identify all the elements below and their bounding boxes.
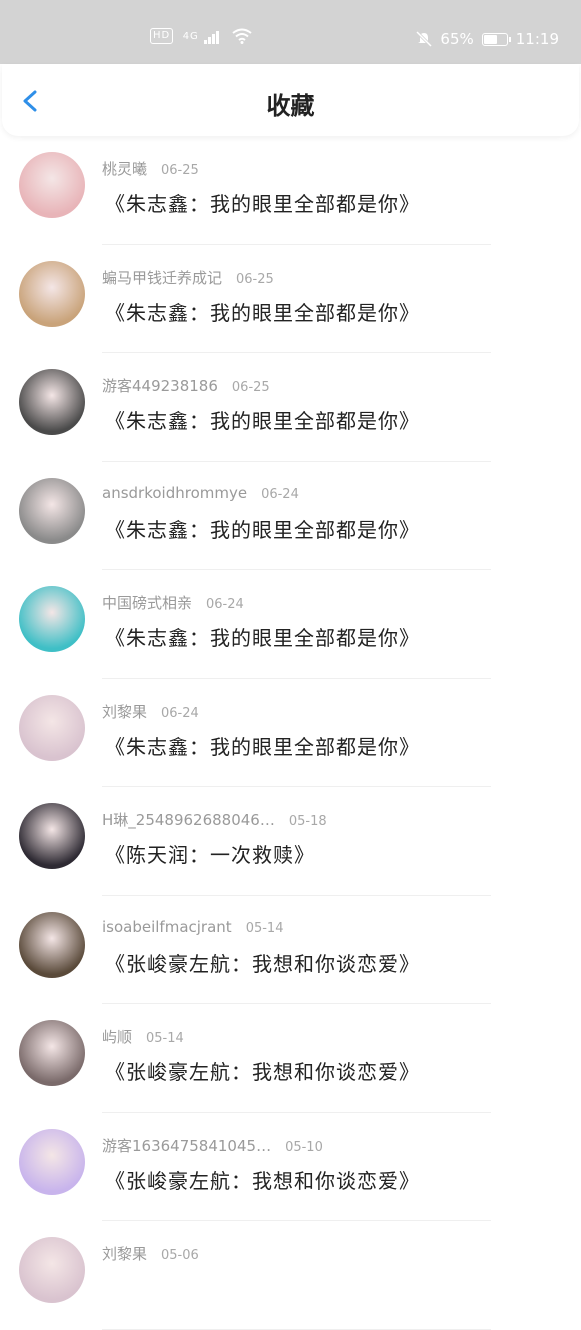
avatar[interactable] xyxy=(19,152,85,218)
mute-bell-icon xyxy=(416,31,433,47)
item-meta: 刘黎果 05-06 xyxy=(102,1243,199,1264)
list-item[interactable]: 游客449238186 06-25 《朱志鑫：我的眼里全部都是你》 xyxy=(0,353,581,462)
song-title: 《张峻豪左航：我想和你谈恋爱》 xyxy=(105,1168,420,1193)
username: 游客1636475841045… xyxy=(102,1136,272,1155)
username: 屿顺 xyxy=(102,1028,133,1046)
wifi-icon xyxy=(232,28,252,44)
item-meta: 屿顺 05-14 xyxy=(102,1026,184,1047)
date-label: 06-25 xyxy=(161,163,199,178)
avatar[interactable] xyxy=(19,1128,85,1195)
divider xyxy=(102,1328,491,1330)
page-title: 收藏 xyxy=(266,92,315,120)
avatar[interactable] xyxy=(19,694,85,761)
item-meta: 中国磅式相亲 06-24 xyxy=(102,592,244,613)
battery-icon xyxy=(481,32,511,46)
date-label: 06-24 xyxy=(161,705,199,721)
status-bar: HD 4G 65% 11:19 xyxy=(0,0,581,64)
date-label: 05-14 xyxy=(146,1031,184,1046)
song-title: 《朱志鑫：我的眼里全部都是你》 xyxy=(105,409,420,433)
song-title: 《朱志鑫：我的眼里全部都是你》 xyxy=(105,734,420,759)
item-meta: 蝙马甲钱迁养成记 06-25 xyxy=(102,267,274,288)
list-item[interactable]: 中国磅式相亲 06-24 《朱志鑫：我的眼里全部都是你》 xyxy=(0,570,581,679)
date-label: 06-25 xyxy=(236,271,274,287)
list-item[interactable]: 屿顺 05-14 《张峻豪左航：我想和你谈恋爱》 xyxy=(0,1004,581,1113)
username: isoabeilfmacjrant xyxy=(102,917,232,936)
avatar[interactable] xyxy=(19,1237,85,1303)
username: 中国磅式相亲 xyxy=(102,594,193,612)
network-type: 4G xyxy=(182,30,199,42)
song-title: 《朱志鑫：我的眼里全部都是你》 xyxy=(105,300,420,325)
date-label: 06-24 xyxy=(261,486,299,502)
avatar[interactable] xyxy=(19,369,85,435)
list-item[interactable]: 游客1636475841045… 05-10 《张峻豪左航：我想和你谈恋爱》 xyxy=(0,1113,581,1221)
date-label: 05-10 xyxy=(285,1139,323,1155)
network-indicators: HD 4G xyxy=(150,28,252,44)
item-meta: isoabeilfmacjrant 05-14 xyxy=(102,918,283,936)
avatar[interactable] xyxy=(19,586,85,652)
list-item[interactable]: 刘黎果 06-24 《朱志鑫：我的眼里全部都是你》 xyxy=(0,679,581,787)
list-item[interactable]: 蝙马甲钱迁养成记 06-25 《朱志鑫：我的眼里全部都是你》 xyxy=(0,245,581,353)
signal-icon xyxy=(204,28,220,44)
avatar[interactable] xyxy=(19,1020,85,1086)
date-label: 05-14 xyxy=(245,920,284,936)
song-title: 《朱志鑫：我的眼里全部都是你》 xyxy=(105,192,420,216)
username: 桃灵曦 xyxy=(102,160,148,178)
song-title: 《张峻豪左航：我想和你谈恋爱》 xyxy=(105,1060,420,1084)
list-item[interactable]: 刘黎果 05-06 xyxy=(0,1221,581,1330)
avatar[interactable] xyxy=(19,803,85,869)
song-title: 《张峻豪左航：我想和你谈恋爱》 xyxy=(105,951,420,976)
item-meta: H琳_2548962688046… 05-18 xyxy=(102,809,327,830)
song-title: 《朱志鑫：我的眼里全部都是你》 xyxy=(105,517,420,542)
status-right: 65% 11:19 xyxy=(416,30,559,48)
username: ansdrkoidhrommye xyxy=(102,483,248,502)
username: H琳_2548962688046… xyxy=(102,811,275,829)
username: 游客449238186 xyxy=(102,377,218,395)
item-meta: 游客1636475841045… 05-10 xyxy=(102,1135,323,1156)
username: 刘黎果 xyxy=(102,1245,148,1263)
date-label: 05-06 xyxy=(161,1248,199,1263)
date-label: 06-24 xyxy=(206,597,244,612)
avatar[interactable] xyxy=(19,260,85,327)
battery-fill xyxy=(483,34,497,44)
favorites-list: 桃灵曦 06-25 《朱志鑫：我的眼里全部都是你》 蝙马甲钱迁养成记 06-25 《… xyxy=(0,136,581,1330)
username: 蝙马甲钱迁养成记 xyxy=(102,268,223,287)
item-meta: ansdrkoidhrommye 06-24 xyxy=(102,484,299,502)
date-label: 06-25 xyxy=(231,380,270,395)
song-title: 《陈天润：一次救赎》 xyxy=(105,843,315,867)
date-label: 05-18 xyxy=(288,814,327,829)
list-item[interactable]: isoabeilfmacjrant 05-14 《张峻豪左航：我想和你谈恋爱》 xyxy=(0,896,581,1004)
battery-percent: 65% xyxy=(440,30,474,48)
list-item[interactable]: ansdrkoidhrommye 06-24 《朱志鑫：我的眼里全部都是你》 xyxy=(0,462,581,570)
list-item[interactable]: H琳_2548962688046… 05-18 《陈天润：一次救赎》 xyxy=(0,787,581,896)
nav-bar: 收藏 xyxy=(2,64,579,136)
item-meta: 桃灵曦 06-25 xyxy=(102,158,199,179)
avatar[interactable] xyxy=(19,477,85,544)
list-item[interactable]: 桃灵曦 06-25 《朱志鑫：我的眼里全部都是你》 xyxy=(0,136,581,245)
hd-badge: HD xyxy=(150,28,174,44)
item-meta: 游客449238186 06-25 xyxy=(102,375,270,396)
clock: 11:19 xyxy=(515,30,559,48)
avatar[interactable] xyxy=(19,911,85,978)
item-meta: 刘黎果 06-24 xyxy=(102,701,199,722)
username: 刘黎果 xyxy=(102,702,148,721)
song-title: 《朱志鑫：我的眼里全部都是你》 xyxy=(105,626,420,650)
